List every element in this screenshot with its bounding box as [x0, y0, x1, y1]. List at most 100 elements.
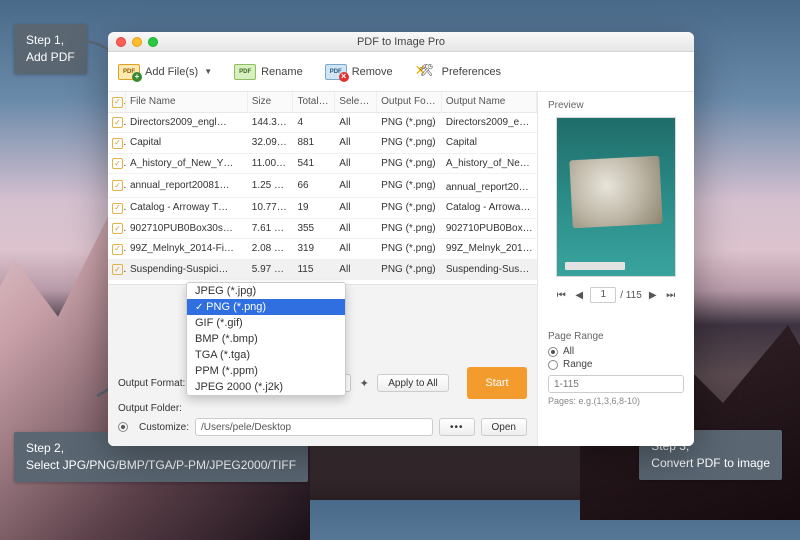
cell-format: PNG (*.png): [377, 176, 442, 195]
apply-to-all-button[interactable]: Apply to All: [377, 374, 448, 392]
row-checkbox[interactable]: [112, 264, 123, 275]
row-checkbox[interactable]: [112, 244, 123, 255]
pdf-rename-icon: PDF: [234, 64, 256, 80]
last-page-icon[interactable]: ⏭: [664, 290, 678, 301]
row-checkbox[interactable]: [112, 180, 123, 191]
page-range-range-radio[interactable]: [548, 360, 558, 370]
cell-outname: Catalog - Arroway Textur…: [442, 198, 537, 217]
cell-selected: All: [335, 260, 377, 279]
cell-format: PNG (*.png): [377, 154, 442, 173]
cell-total: 115: [293, 260, 335, 279]
start-button[interactable]: Start: [467, 367, 527, 399]
table-row[interactable]: 902710PUB0Box30s…7.61 …355AllPNG (*.png)…: [108, 219, 537, 240]
output-folder-field[interactable]: /Users/pele/Desktop: [195, 418, 433, 436]
preview-label: Preview: [548, 100, 684, 111]
cell-file: 99Z_Melnyk_2014-Fi…: [126, 239, 248, 258]
col-size[interactable]: Size: [248, 92, 294, 112]
preferences-icon: [415, 62, 437, 82]
preferences-button[interactable]: Preferences: [415, 62, 501, 82]
customize-radio[interactable]: [118, 422, 128, 432]
output-format-dropdown[interactable]: JPEG (*.jpg)PNG (*.png)GIF (*.gif)BMP (*…: [186, 282, 346, 396]
col-selected[interactable]: Selected: [335, 92, 377, 112]
add-files-button[interactable]: PDF Add File(s)▼: [118, 64, 212, 80]
cell-total: 541: [293, 154, 335, 173]
table-row[interactable]: annual_report20081…1.25 …66AllPNG (*.png…: [108, 174, 537, 198]
cell-outname: A_history_of_New_York_f…: [442, 154, 537, 173]
toolbar: PDF Add File(s)▼ PDF Rename PDF Remove P…: [108, 52, 694, 92]
cell-total: 355: [293, 219, 335, 238]
cell-total: 4: [293, 113, 335, 132]
col-total[interactable]: Total Pa: [293, 92, 335, 112]
cell-outname: Capital: [442, 133, 537, 152]
magic-wand-icon[interactable]: ✦: [357, 377, 371, 390]
cell-file: Directors2009_engl…: [126, 113, 248, 132]
cell-outname: Directors2009_englWord2…: [442, 113, 537, 132]
cell-selected: All: [335, 133, 377, 152]
cell-file: annual_report20081…: [126, 176, 248, 195]
page-navigator: ⏮ ◀ 1 / 115 ▶ ⏭: [548, 287, 684, 303]
cell-size: 7.61 …: [248, 219, 294, 238]
rename-button[interactable]: PDF Rename: [234, 64, 303, 80]
format-option[interactable]: JPEG (*.jpg): [187, 283, 345, 299]
output-folder-label: Output Folder:: [118, 403, 182, 414]
customize-label: Customize:: [139, 422, 189, 433]
first-page-icon[interactable]: ⏮: [554, 290, 568, 301]
format-option[interactable]: PPM (*.ppm): [187, 363, 345, 379]
col-format[interactable]: Output Form: [377, 92, 442, 112]
browse-folder-button[interactable]: •••: [439, 418, 475, 436]
output-format-label: Output Format:: [118, 378, 185, 389]
cell-selected: All: [335, 219, 377, 238]
cell-file: A_history_of_New_Y…: [126, 154, 248, 173]
cell-format: PNG (*.png): [377, 133, 442, 152]
format-option[interactable]: BMP (*.bmp): [187, 331, 345, 347]
page-range-input[interactable]: [548, 375, 684, 393]
table-row[interactable]: 99Z_Melnyk_2014-Fi…2.08 …319AllPNG (*.pn…: [108, 239, 537, 260]
prev-page-icon[interactable]: ◀: [572, 290, 586, 301]
remove-button[interactable]: PDF Remove: [325, 64, 393, 80]
window-title: PDF to Image Pro: [108, 36, 694, 48]
callout-step1: Step 1, Add PDF: [14, 24, 87, 74]
pdf-remove-icon: PDF: [325, 64, 347, 80]
cell-size: 11.00…: [248, 154, 294, 173]
open-folder-button[interactable]: Open: [481, 418, 527, 436]
cell-format: PNG (*.png): [377, 198, 442, 217]
cell-outname: annual_report20081.4版本: [442, 174, 537, 197]
cell-selected: All: [335, 239, 377, 258]
preview-thumbnail[interactable]: [556, 117, 676, 277]
cell-file: Suspending-Suspici…: [126, 260, 248, 279]
format-option[interactable]: TGA (*.tga): [187, 347, 345, 363]
cell-size: 32.09…: [248, 133, 294, 152]
cell-size: 2.08 …: [248, 239, 294, 258]
row-checkbox[interactable]: [112, 203, 123, 214]
titlebar[interactable]: PDF to Image Pro: [108, 32, 694, 52]
chevron-down-icon: ▼: [204, 67, 212, 76]
page-range-heading: Page Range: [548, 331, 684, 342]
format-option[interactable]: GIF (*.gif): [187, 315, 345, 331]
page-range-panel: Page Range All Range Pages: e.g.(1,3,6,8…: [548, 331, 684, 406]
row-checkbox[interactable]: [112, 223, 123, 234]
format-option[interactable]: JPEG 2000 (*.j2k): [187, 379, 345, 395]
row-checkbox[interactable]: [112, 158, 123, 169]
cell-size: 5.97 …: [248, 260, 294, 279]
table-row[interactable]: Capital32.09…881AllPNG (*.png)Capital: [108, 133, 537, 154]
cell-format: PNG (*.png): [377, 113, 442, 132]
row-checkbox[interactable]: [112, 117, 123, 128]
cell-outname: 902710PUB0Box30see0als…: [442, 219, 537, 238]
select-all-checkbox[interactable]: [112, 97, 123, 108]
page-range-all-radio[interactable]: [548, 347, 558, 357]
pdf-add-icon: PDF: [118, 64, 140, 80]
cell-format: PNG (*.png): [377, 219, 442, 238]
col-file[interactable]: File Name: [126, 92, 248, 112]
next-page-icon[interactable]: ▶: [646, 290, 660, 301]
cell-total: 19: [293, 198, 335, 217]
table-row[interactable]: Suspending-Suspici…5.97 …115AllPNG (*.pn…: [108, 260, 537, 281]
table-row[interactable]: Directors2009_engl…144.3…4AllPNG (*.png)…: [108, 113, 537, 134]
cell-file: Catalog - Arroway T…: [126, 198, 248, 217]
table-row[interactable]: A_history_of_New_Y…11.00…541AllPNG (*.pn…: [108, 154, 537, 175]
row-checkbox[interactable]: [112, 138, 123, 149]
page-current-input[interactable]: 1: [590, 287, 616, 303]
table-row[interactable]: Catalog - Arroway T…10.77…19AllPNG (*.pn…: [108, 198, 537, 219]
col-outname[interactable]: Output Name: [442, 92, 537, 112]
format-option[interactable]: PNG (*.png): [187, 299, 345, 315]
cell-total: 66: [293, 176, 335, 195]
